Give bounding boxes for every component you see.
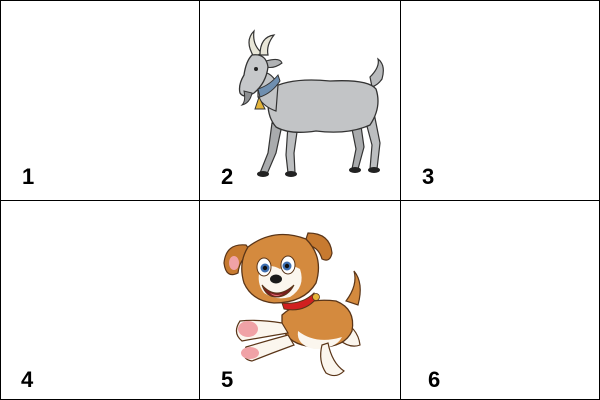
grid-cell-5[interactable]: 5 — [200, 201, 401, 399]
grid-cell-3[interactable]: 3 — [401, 1, 599, 201]
cell-number: 3 — [422, 164, 435, 189]
grid-cell-2[interactable]: 2 — [200, 1, 401, 201]
puppy-illustration — [223, 232, 361, 377]
grid-cell-4[interactable]: 4 — [1, 201, 200, 399]
grid-cell-1[interactable]: 1 — [1, 1, 200, 201]
picture-grid: 1 2 3 4 5 6 — [0, 0, 600, 400]
cell-number: 5 — [221, 367, 234, 392]
cell-number: 6 — [428, 367, 441, 392]
cell-number: 1 — [22, 164, 35, 189]
cell-number: 4 — [21, 367, 34, 392]
grid-cell-6[interactable]: 6 — [401, 201, 599, 399]
cell-number: 2 — [221, 164, 234, 189]
goat-illustration — [238, 29, 384, 177]
